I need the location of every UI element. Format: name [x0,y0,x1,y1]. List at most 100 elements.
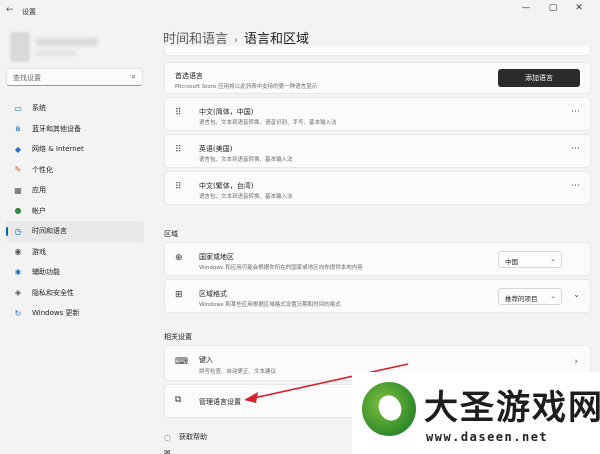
sidebar-item-label: Windows 更新 [32,309,80,318]
account-name-blurred [36,38,98,46]
sidebar-item-label: 辅助功能 [32,268,60,277]
sidebar-item[interactable]: ◆ 网络 & Internet [6,139,144,160]
country-region-select[interactable]: 中国 ⌄ [498,251,562,268]
sidebar-item-label: 游戏 [32,247,46,256]
drag-handle-icon[interactable]: ⠿ [175,108,182,118]
brush-icon: ✎ [14,165,22,175]
sidebar-nav: ▭ 系统 ʙ 蓝牙和其他设备 ◆ 网络 & Internet ✎ 个性化 ▦ 应用 ● 帐户 ◷ 时间和语… [6,98,144,324]
drag-handle-icon[interactable]: ⠿ [175,182,182,192]
help-icon: ◌ [164,432,171,442]
regional-format-title: 区域格式 [199,290,227,298]
preferred-languages-title: 首选语言 [175,72,203,80]
country-region-title: 国家或地区 [199,253,234,261]
account-email-blurred [36,50,76,56]
watermark-title: 大圣游戏网 [424,388,600,428]
language-row[interactable]: ⠿ 中文(繁体，台湾) 语言包、文本到语音转换、基本输入法 ⋯ [164,171,591,205]
region-section-label: 区域 [164,230,178,238]
expand-chevron-icon[interactable]: ⌄ [573,290,580,299]
sidebar-item-label: 网络 & Internet [32,145,84,154]
sidebar-item[interactable]: ▦ 应用 [6,180,144,201]
search-placeholder: 查找设置 [13,74,41,82]
breadcrumb-separator: › [234,35,239,46]
window-title: 设置 [22,8,36,16]
more-options-icon[interactable]: ⋯ [571,181,580,191]
breadcrumb: 时间和语言 › 语言和区域 [163,28,309,47]
regional-format-icon: ⊞ [175,290,183,300]
person-icon: ● [14,206,22,216]
feedback-icon: ✉ [164,448,171,454]
page-title: 语言和区域 [244,32,310,47]
sidebar-item[interactable]: ✱ 辅助功能 [6,262,144,283]
add-language-button[interactable]: 添加语言 [498,69,580,87]
more-options-icon[interactable]: ⋯ [571,144,580,154]
sidebar-item-label: 系统 [32,104,46,113]
accessibility-icon: ✱ [14,267,22,277]
typing-desc: 拼写检查、自动更正、文本建议 [199,369,277,375]
language-name: 中文(繁体，台湾) [199,182,254,190]
watermark: 大圣游戏网 www.daseen.net [352,372,600,454]
back-arrow-icon[interactable]: ← [6,5,14,15]
drag-handle-icon[interactable]: ⠿ [175,145,182,155]
breadcrumb-parent[interactable]: 时间和语言 [163,32,228,47]
country-region-desc: Windows 和应用可能会根据你所在的国家或地区向你提供本地内容 [199,265,363,271]
language-row[interactable]: ⠿ 英语(美国) 语言包、文本到语音转换、基本输入法 ⋯ [164,134,591,168]
sidebar-item[interactable]: ◷ 时间和语言 [6,221,144,242]
regional-format-value: 推荐的项目 [505,295,538,303]
title-bar: ← 设置 — ▢ ✕ [0,0,600,24]
sidebar-item[interactable]: ● 帐户 [6,201,144,222]
search-input[interactable]: 查找设置 ⌕ [6,68,143,86]
manage-language-icon: ⧉ [175,395,182,405]
apps-icon: ▦ [14,185,22,195]
chevron-down-icon: ⌄ [550,292,556,300]
chevron-down-icon: ⌄ [550,255,556,263]
keyboard-icon: ⌨ [175,357,188,367]
sidebar-item-label: 蓝牙和其他设备 [32,124,81,133]
bluetooth-icon: ʙ [15,124,21,134]
country-region-value: 中国 [505,258,518,266]
language-desc: 语言包、文本到语音转换、基本输入法 [199,194,293,200]
sidebar-item[interactable]: ↻ Windows 更新 [6,303,144,324]
more-options-icon[interactable]: ⋯ [571,107,580,117]
watermark-logo-icon [362,382,416,436]
avatar[interactable] [10,32,30,62]
sidebar-item-label: 应用 [32,186,46,195]
preferred-languages-card: 首选语言 Microsoft Store 应用将以此列表中支持的第一种语言显示 … [164,62,591,94]
language-desc: 语言包、文本到语音转换、语音识别、手写、基本输入法 [199,120,337,126]
sidebar-item[interactable]: ʙ 蓝牙和其他设备 [6,119,144,140]
sidebar-item[interactable]: ◈ 隐私和安全性 [6,283,144,304]
feedback-link-partial[interactable]: ✉ [164,448,179,454]
manage-language-title: 管理语言设置 [199,398,241,406]
regional-format-select[interactable]: 推荐的项目 ⌄ [498,288,562,305]
sidebar-item-label: 隐私和安全性 [32,288,74,297]
close-button[interactable]: ✕ [570,3,588,13]
related-settings-label: 相关设置 [164,333,192,341]
globe-icon: ⊕ [175,253,183,263]
maximize-button[interactable]: ▢ [544,3,562,13]
watermark-url: www.daseen.net [426,430,549,444]
preferred-languages-desc: Microsoft Store 应用将以此列表中支持的第一种语言显示 [175,84,318,90]
chevron-right-icon: › [574,357,578,367]
search-icon[interactable]: ⌕ [132,72,136,82]
sidebar-item[interactable]: ✎ 个性化 [6,160,144,181]
sidebar-item[interactable]: ◉ 游戏 [6,242,144,263]
update-icon: ↻ [14,308,22,318]
monitor-icon: ▭ [14,103,22,113]
country-region-card: ⊕ 国家或地区 Windows 和应用可能会根据你所在的国家或地区向你提供本地内… [164,242,591,276]
language-name: 英语(美国) [199,145,233,153]
shield-icon: ◈ [14,288,22,298]
get-help-link[interactable]: ◌ 获取帮助 [164,432,207,442]
typing-title: 键入 [199,356,213,364]
language-name: 中文(简体，中国) [199,108,254,116]
language-row[interactable]: ⠿ 中文(简体，中国) 语言包、文本到语音转换、语音识别、手写、基本输入法 ⋯ [164,97,591,131]
regional-format-desc: Windows 和某些应用根据区域格式设置日期和时间的格式 [199,302,341,308]
wifi-icon: ◆ [14,144,22,154]
sidebar-item[interactable]: ▭ 系统 [6,98,144,119]
minimize-button[interactable]: — [517,3,535,13]
language-desc: 语言包、文本到语音转换、基本输入法 [199,157,293,163]
sidebar-item-label: 时间和语言 [32,227,67,236]
sidebar: 查找设置 ⌕ ▭ 系统 ʙ 蓝牙和其他设备 ◆ 网络 & Internet ✎ 个性化 ▦ 应用 ●… [0,24,150,454]
get-help-label: 获取帮助 [178,433,207,441]
sidebar-item-label: 帐户 [32,206,46,215]
regional-format-card[interactable]: ⊞ 区域格式 Windows 和某些应用根据区域格式设置日期和时间的格式 推荐的… [164,279,591,313]
globe-clock-icon: ◷ [14,226,22,236]
